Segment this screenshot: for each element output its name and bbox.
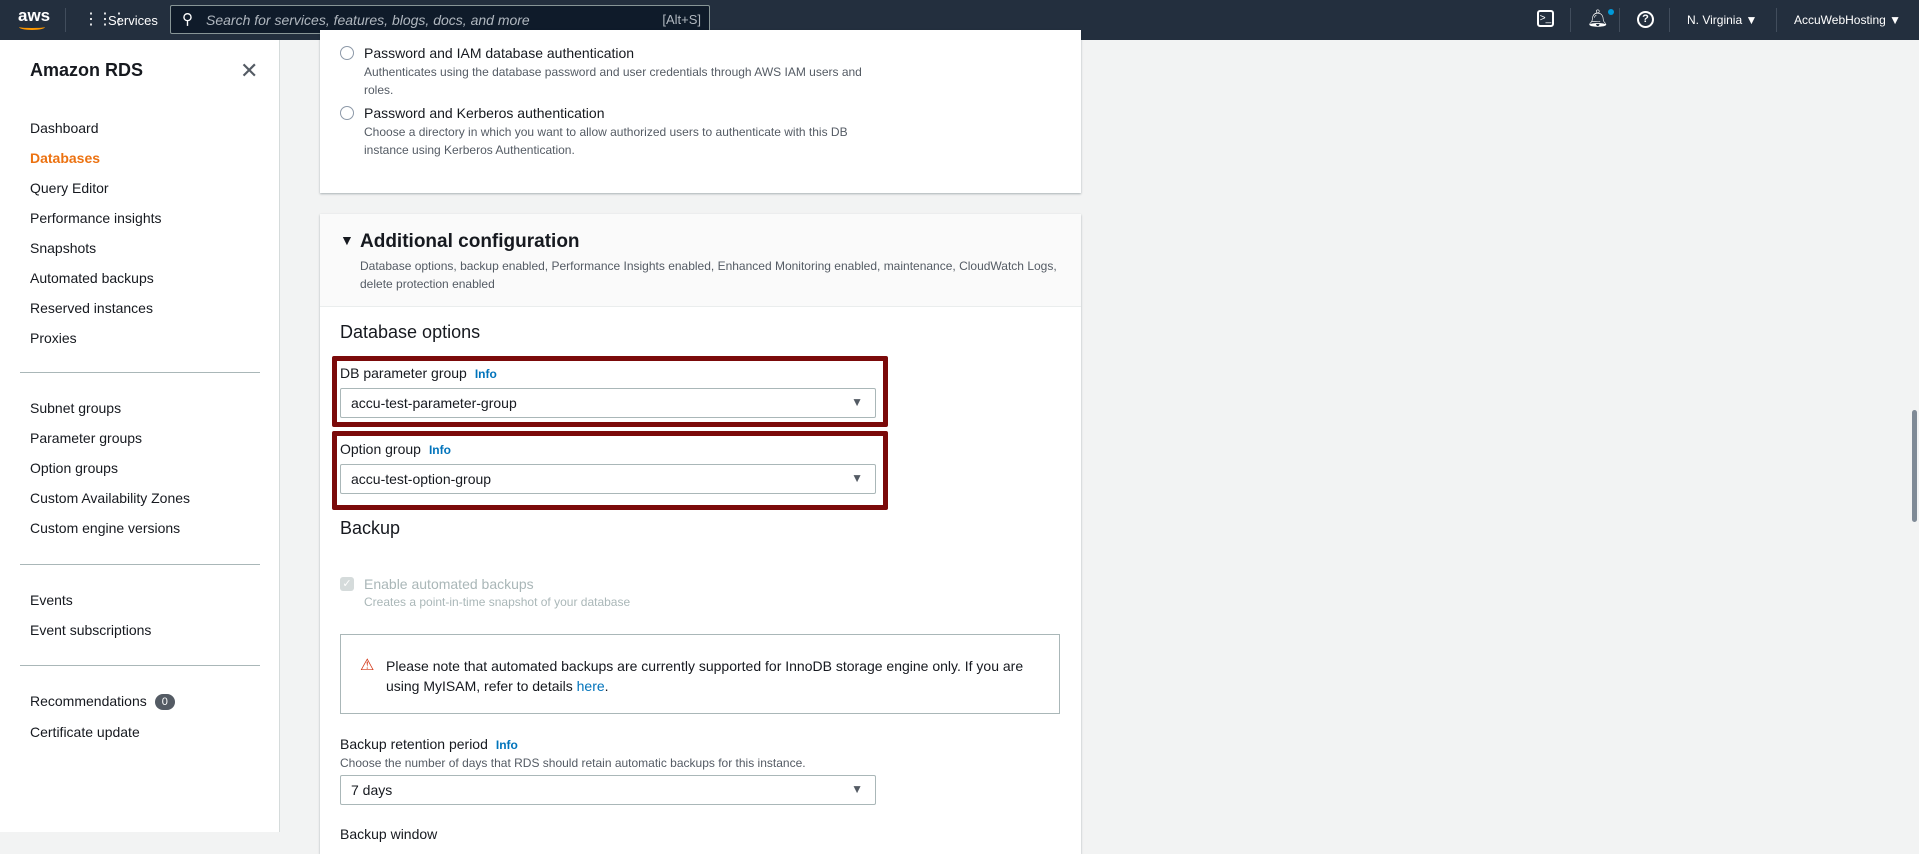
selected-value: accu-test-option-group	[351, 471, 492, 487]
info-link[interactable]: Info	[429, 443, 451, 457]
selected-value: 7 days	[351, 782, 393, 798]
here-link[interactable]: here	[577, 678, 605, 694]
option-group-label: Option group Info	[340, 441, 451, 457]
backup-warning-text: Please note that automated backups are c…	[386, 656, 1036, 696]
db-parameter-group-label: DB parameter group Info	[340, 365, 497, 381]
recommendations-label: Recommendations	[30, 693, 147, 709]
selected-value: accu-test-parameter-group	[351, 395, 517, 411]
sidebar-item-certificate-update[interactable]: Certificate update	[30, 724, 140, 740]
sidebar-item-custom-availability-zones[interactable]: Custom Availability Zones	[30, 490, 190, 506]
additional-configuration-desc: Database options, backup enabled, Perfor…	[360, 259, 1057, 291]
caret-down-icon: ▼	[851, 395, 863, 409]
info-link[interactable]: Info	[496, 738, 518, 752]
sidebar-item-recommendations[interactable]: Recommendations 0	[30, 693, 175, 710]
backup-retention-label: Backup retention period Info	[340, 736, 518, 752]
account-menu[interactable]: AccuWebHosting ▼	[1794, 13, 1901, 27]
info-link[interactable]: Info	[475, 367, 497, 381]
sidebar-item-events[interactable]: Events	[30, 592, 73, 608]
sidebar-item-custom-engine-versions[interactable]: Custom engine versions	[30, 520, 180, 536]
option-group-select[interactable]: accu-test-option-group ▼	[340, 464, 876, 494]
sidebar-item-parameter-groups[interactable]: Parameter groups	[30, 430, 142, 446]
caret-down-icon: ▼	[851, 471, 863, 485]
divider	[20, 665, 260, 666]
sidebar-item-event-subscriptions[interactable]: Event subscriptions	[30, 622, 151, 638]
aws-logo[interactable]: aws	[18, 6, 50, 26]
divider	[20, 372, 260, 373]
search-placeholder: Search for services, features, blogs, do…	[206, 12, 530, 28]
divider	[20, 564, 260, 565]
cloudshell-icon[interactable]: >_	[1537, 10, 1554, 27]
backup-retention-desc: Choose the number of days that RDS shoul…	[340, 756, 806, 770]
label-text: DB parameter group	[340, 365, 467, 381]
sidebar-item-option-groups[interactable]: Option groups	[30, 460, 118, 476]
iam-auth-radio[interactable]	[340, 46, 354, 60]
close-icon[interactable]: ✕	[240, 58, 258, 84]
services-menu[interactable]: Services	[108, 13, 158, 28]
help-icon[interactable]: ?	[1637, 11, 1654, 28]
enable-backups-checkbox[interactable]: ✓	[340, 577, 354, 591]
alert-end: .	[604, 678, 609, 694]
alert-text: Please note that automated backups are c…	[386, 658, 1024, 694]
enable-backups-desc: Creates a point-in-time snapshot of your…	[364, 595, 631, 609]
account-label: AccuWebHosting	[1794, 13, 1886, 27]
sidebar-item-automated-backups[interactable]: Automated backups	[30, 270, 154, 286]
search-icon: ⚲	[182, 11, 193, 28]
backup-heading: Backup	[340, 518, 401, 538]
sidebar-item-proxies[interactable]: Proxies	[30, 330, 77, 346]
kerberos-auth-radio[interactable]	[340, 106, 354, 120]
sidebar-item-reserved-instances[interactable]: Reserved instances	[30, 300, 153, 316]
aws-smile-icon	[19, 24, 45, 30]
caret-down-icon: ▼	[851, 782, 863, 796]
iam-auth-label: Password and IAM database authentication	[364, 45, 635, 61]
scrollbar-thumb[interactable]	[1912, 410, 1917, 522]
notifications-bell-icon[interactable]: 🔔︎	[1587, 9, 1609, 29]
caret-down-icon[interactable]: ▼	[340, 232, 354, 248]
enable-backups-label: Enable automated backups	[364, 576, 534, 592]
sidebar-item-query-editor[interactable]: Query Editor	[30, 180, 109, 196]
database-options-heading: Database options	[340, 322, 481, 342]
backup-window-label: Backup window	[340, 826, 438, 842]
notification-dot	[1608, 9, 1614, 15]
additional-configuration-title[interactable]: Additional configuration	[360, 231, 580, 253]
backup-retention-select[interactable]: 7 days ▼	[340, 775, 876, 805]
sidebar-item-performance-insights[interactable]: Performance insights	[30, 210, 162, 226]
recommendations-count-badge: 0	[154, 694, 175, 710]
iam-auth-desc: Authenticates using the database passwor…	[364, 65, 862, 97]
sidebar: Amazon RDS ✕ Dashboard Databases Query E…	[0, 40, 280, 832]
sidebar-item-dashboard[interactable]: Dashboard	[30, 120, 99, 136]
kerberos-auth-desc: Choose a directory in which you want to …	[364, 125, 848, 157]
kerberos-auth-label: Password and Kerberos authentication	[364, 105, 605, 121]
sidebar-item-subnet-groups[interactable]: Subnet groups	[30, 400, 121, 416]
sidebar-title: Amazon RDS	[30, 60, 144, 80]
region-selector[interactable]: N. Virginia ▼	[1687, 13, 1757, 27]
label-text: Option group	[340, 441, 421, 457]
db-parameter-group-select[interactable]: accu-test-parameter-group ▼	[340, 388, 876, 418]
sidebar-item-databases[interactable]: Databases	[30, 150, 100, 166]
warning-icon: ⚠	[360, 657, 375, 674]
search-shortcut: [Alt+S]	[662, 12, 701, 27]
region-label: N. Virginia	[1687, 13, 1743, 27]
label-text: Backup retention period	[340, 736, 488, 752]
sidebar-item-snapshots[interactable]: Snapshots	[30, 240, 96, 256]
